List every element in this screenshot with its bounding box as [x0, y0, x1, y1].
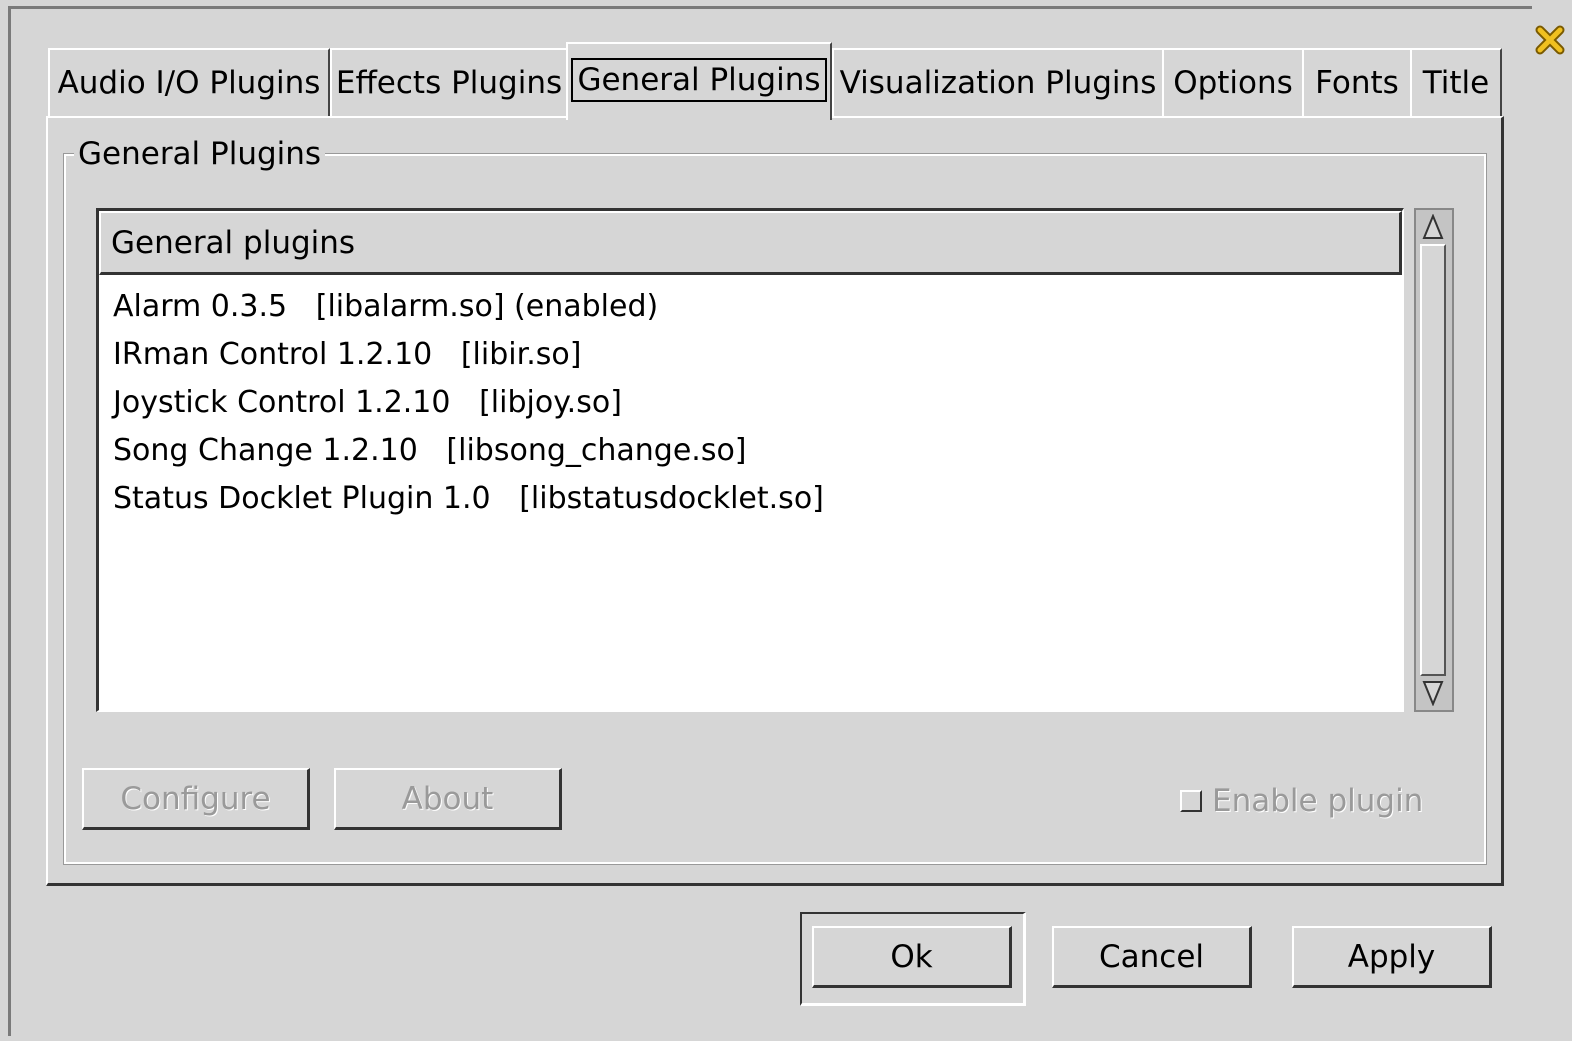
list-header-label: General plugins — [111, 224, 356, 261]
ok-label: Ok — [890, 938, 933, 975]
about-button[interactable]: About — [334, 768, 562, 830]
tab-audio-io-plugins[interactable]: Audio I/O Plugins — [48, 48, 330, 116]
scroll-up-button[interactable] — [1420, 212, 1446, 242]
cancel-label: Cancel — [1098, 938, 1205, 975]
triangle-up-icon — [1422, 214, 1444, 239]
tab-label: Options — [1173, 65, 1293, 101]
enable-plugin-checkbox[interactable]: Enable plugin — [1180, 776, 1423, 826]
tab-label: Visualization Plugins — [839, 65, 1157, 101]
tab-label: Fonts — [1315, 65, 1399, 101]
plugin-list[interactable]: General plugins Alarm 0.3.5 [libalarm.so… — [96, 208, 1404, 712]
tab-label: Audio I/O Plugins — [57, 65, 321, 101]
list-scrollbar[interactable] — [1414, 208, 1454, 712]
tab-general-plugins[interactable]: General Plugins — [566, 42, 832, 120]
cancel-button[interactable]: Cancel — [1052, 926, 1252, 988]
group-title: General Plugins — [74, 136, 326, 172]
apply-label: Apply — [1347, 938, 1436, 975]
tab-options[interactable]: Options — [1162, 48, 1304, 116]
scroll-down-button[interactable] — [1420, 678, 1446, 708]
tab-label: General Plugins — [571, 58, 827, 102]
checkbox-box[interactable] — [1180, 790, 1202, 812]
tab-title[interactable]: Title — [1410, 48, 1502, 116]
configure-button[interactable]: Configure — [82, 768, 310, 830]
tab-fonts[interactable]: Fonts — [1302, 48, 1412, 116]
triangle-down-icon — [1422, 681, 1444, 706]
scroll-thumb[interactable] — [1420, 244, 1446, 676]
list-header[interactable]: General plugins — [99, 211, 1402, 275]
tab-visualization-plugins[interactable]: Visualization Plugins — [832, 48, 1164, 116]
close-button[interactable] — [1534, 22, 1566, 58]
list-item[interactable]: Status Docklet Plugin 1.0 [libstatusdock… — [113, 475, 824, 523]
ok-button[interactable]: Ok — [812, 926, 1012, 988]
configure-label: Configure — [120, 780, 271, 817]
list-item[interactable]: IRman Control 1.2.10 [libir.so] — [113, 331, 824, 379]
list-item[interactable]: Joystick Control 1.2.10 [libjoy.so] — [113, 379, 824, 427]
enable-plugin-label: Enable plugin — [1212, 783, 1424, 819]
list-item[interactable]: Alarm 0.3.5 [libalarm.so] (enabled) — [113, 283, 824, 331]
tab-label: Effects Plugins — [335, 65, 563, 101]
apply-button[interactable]: Apply — [1292, 926, 1492, 988]
close-icon — [1535, 25, 1565, 55]
tab-label: Title — [1422, 65, 1490, 101]
about-label: About — [401, 780, 494, 817]
list-item[interactable]: Song Change 1.2.10 [libsong_change.so] — [113, 427, 824, 475]
tab-effects-plugins[interactable]: Effects Plugins — [330, 48, 568, 116]
